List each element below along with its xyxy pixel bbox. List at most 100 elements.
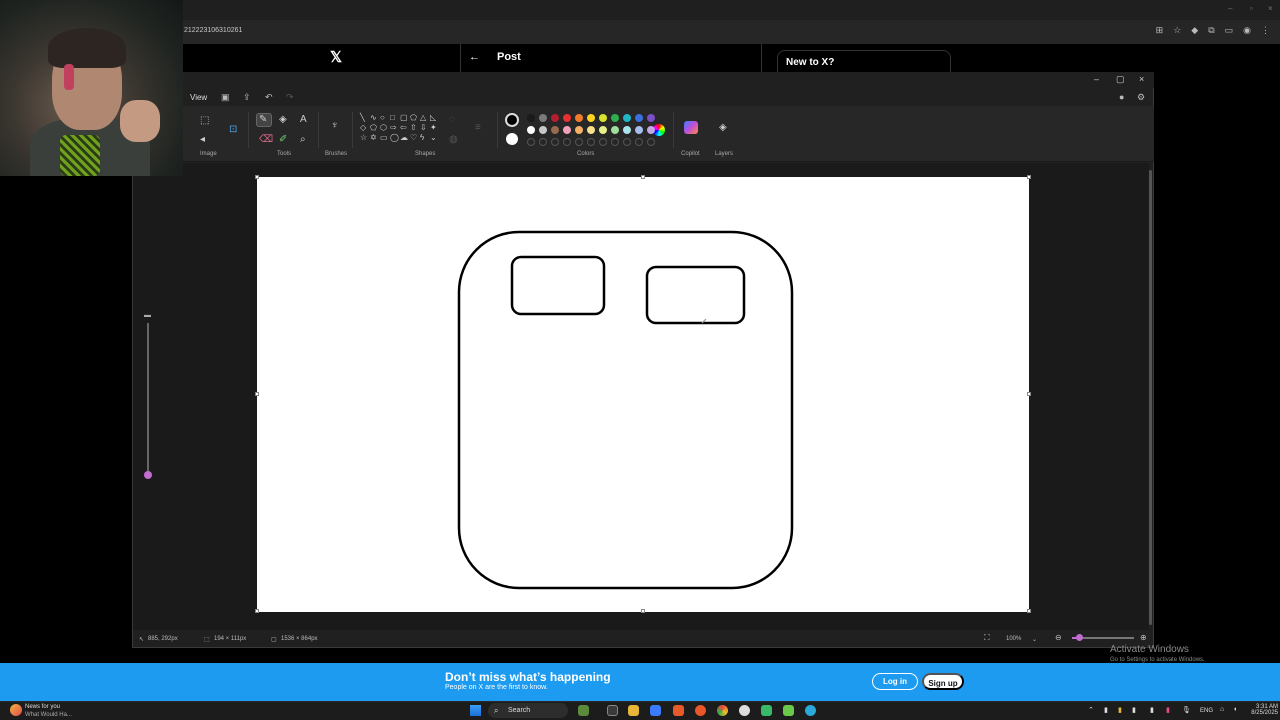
- resize-handle[interactable]: [1027, 175, 1031, 179]
- color-swatch[interactable]: [599, 126, 607, 134]
- account-icon[interactable]: ●: [1119, 92, 1124, 102]
- news-widget-icon[interactable]: [10, 704, 22, 716]
- brush-icon[interactable]: ♆: [331, 120, 339, 131]
- menu-view[interactable]: View: [190, 93, 207, 102]
- crop-icon[interactable]: ⊡: [229, 124, 237, 135]
- news-widget-title[interactable]: News for you: [25, 704, 60, 710]
- redo-icon[interactable]: ↷: [286, 92, 294, 103]
- primary-color[interactable]: [505, 113, 519, 127]
- obs-icon[interactable]: [739, 705, 750, 716]
- color-swatch[interactable]: [647, 126, 655, 134]
- paint-close-icon[interactable]: ×: [1139, 74, 1144, 84]
- callout-oval-shape-icon[interactable]: ◯: [390, 133, 400, 142]
- zoom-in-icon[interactable]: ⊕: [1140, 633, 1147, 642]
- puzzle-icon[interactable]: ⧉: [1208, 25, 1214, 36]
- extension-icon[interactable]: ◆: [1191, 25, 1198, 36]
- right-triangle-shape-icon[interactable]: ◺: [430, 113, 440, 122]
- color-picker-icon[interactable]: ✐: [279, 134, 287, 145]
- paint-title-bar[interactable]: [132, 72, 1154, 88]
- shape-fill-icon[interactable]: ◍: [449, 134, 458, 145]
- pentagon-shape-icon[interactable]: ⬠: [370, 123, 380, 132]
- rectangle-shape-icon[interactable]: □: [390, 113, 400, 122]
- taskbar-search[interactable]: Search: [488, 703, 568, 718]
- rotate-icon[interactable]: ◂: [200, 134, 205, 145]
- arrow-down-shape-icon[interactable]: ⇩: [420, 123, 430, 132]
- arrow-left-shape-icon[interactable]: ⇦: [400, 123, 410, 132]
- maximize-icon[interactable]: ▫: [1250, 4, 1253, 13]
- taskbar-app-icon[interactable]: [783, 705, 794, 716]
- triangle-shape-icon[interactable]: △: [420, 113, 430, 122]
- news-widget-subtitle[interactable]: What Would Ha...: [25, 712, 72, 718]
- polygon-shape-icon[interactable]: ⬠: [410, 113, 420, 122]
- color-swatch[interactable]: [635, 126, 643, 134]
- color-swatch[interactable]: [647, 114, 655, 122]
- resize-handle[interactable]: [1027, 609, 1031, 613]
- color-swatch[interactable]: [635, 114, 643, 122]
- star5-shape-icon[interactable]: ☆: [360, 133, 370, 142]
- zoom-slider-knob[interactable]: [1076, 634, 1083, 641]
- taskbar-app-icon[interactable]: [650, 705, 661, 716]
- paint-taskbar-icon[interactable]: [805, 705, 816, 716]
- secondary-color[interactable]: [506, 133, 518, 145]
- taskbar-clock[interactable]: 3:31 AM 8/25/2025: [1250, 704, 1278, 716]
- color-swatch[interactable]: [551, 114, 559, 122]
- custom-color-slot[interactable]: [647, 138, 655, 146]
- brave-icon[interactable]: [673, 705, 684, 716]
- diamond-shape-icon[interactable]: ◇: [360, 123, 370, 132]
- color-swatch[interactable]: [575, 114, 583, 122]
- taskbar-app-icon[interactable]: [578, 705, 589, 716]
- settings-gear-icon[interactable]: ⚙: [1137, 92, 1145, 103]
- task-view-icon[interactable]: [607, 705, 618, 716]
- chrome-icon[interactable]: [717, 705, 728, 716]
- vertical-scrollbar[interactable]: [1149, 170, 1152, 625]
- brush-size-slider[interactable]: [147, 323, 149, 473]
- outline-icon[interactable]: ◌: [449, 114, 455, 125]
- resize-handle[interactable]: [1027, 392, 1031, 396]
- custom-color-slot[interactable]: [635, 138, 643, 146]
- close-icon[interactable]: ×: [1268, 4, 1273, 13]
- tray-app-icon[interactable]: ▮: [1104, 706, 1108, 714]
- pencil-icon[interactable]: ✎: [259, 114, 267, 125]
- arrow-up-shape-icon[interactable]: ⇧: [410, 123, 420, 132]
- resize-handle[interactable]: [255, 609, 259, 613]
- drawing-canvas[interactable]: [257, 177, 1029, 612]
- undo-icon[interactable]: ↶: [265, 92, 273, 103]
- hexagon-shape-icon[interactable]: ⬡: [380, 123, 390, 132]
- back-arrow-icon[interactable]: ←: [469, 51, 480, 63]
- sidebar-icon[interactable]: ▭: [1225, 25, 1234, 36]
- more-shapes-icon[interactable]: ⌄: [430, 133, 440, 142]
- tray-app-icon[interactable]: ▮: [1132, 706, 1136, 714]
- magnifier-icon[interactable]: ⌕: [300, 134, 306, 145]
- language-indicator[interactable]: ENG: [1200, 708, 1213, 714]
- zoom-out-icon[interactable]: ⊖: [1055, 633, 1062, 642]
- url-text[interactable]: 212223106310261: [184, 27, 242, 34]
- resize-handle[interactable]: [641, 175, 645, 179]
- lightning-shape-icon[interactable]: ϟ: [420, 133, 430, 142]
- color-swatch[interactable]: [623, 126, 631, 134]
- color-swatch[interactable]: [611, 126, 619, 134]
- copilot-icon[interactable]: [684, 121, 698, 134]
- start-windows-icon[interactable]: [470, 705, 481, 716]
- color-swatch[interactable]: [527, 114, 535, 122]
- network-icon[interactable]: ⌂: [1220, 706, 1224, 713]
- color-swatch[interactable]: [587, 114, 595, 122]
- custom-color-slot[interactable]: [611, 138, 619, 146]
- callout-cloud-shape-icon[interactable]: ☁: [400, 133, 410, 142]
- resize-handle[interactable]: [641, 609, 645, 613]
- custom-color-slot[interactable]: [575, 138, 583, 146]
- fit-to-window-icon[interactable]: ⛶: [984, 633, 990, 643]
- custom-color-slot[interactable]: [539, 138, 547, 146]
- save-icon[interactable]: ▣: [221, 92, 230, 103]
- text-icon[interactable]: A: [300, 114, 307, 125]
- heart-shape-icon[interactable]: ♡: [410, 133, 420, 142]
- share-icon[interactable]: ⇪: [243, 92, 251, 103]
- custom-color-slot[interactable]: [551, 138, 559, 146]
- zoom-level[interactable]: 100%: [1006, 636, 1021, 642]
- color-swatch[interactable]: [599, 114, 607, 122]
- color-swatch[interactable]: [563, 126, 571, 134]
- login-button[interactable]: Log in: [872, 673, 918, 690]
- star4-shape-icon[interactable]: ✦: [430, 123, 440, 132]
- tray-app-icon[interactable]: ▮: [1150, 706, 1154, 714]
- color-swatch[interactable]: [539, 126, 547, 134]
- shapes-gallery[interactable]: ╲ ∿ ○ □ ▢ ⬠ △ ◺ ◇ ⬠ ⬡ ⇨ ⇦ ⇧ ⇩ ✦ ☆ ✡ ▭ ◯ ☁ ♡ ϟ ⌄: [360, 113, 438, 142]
